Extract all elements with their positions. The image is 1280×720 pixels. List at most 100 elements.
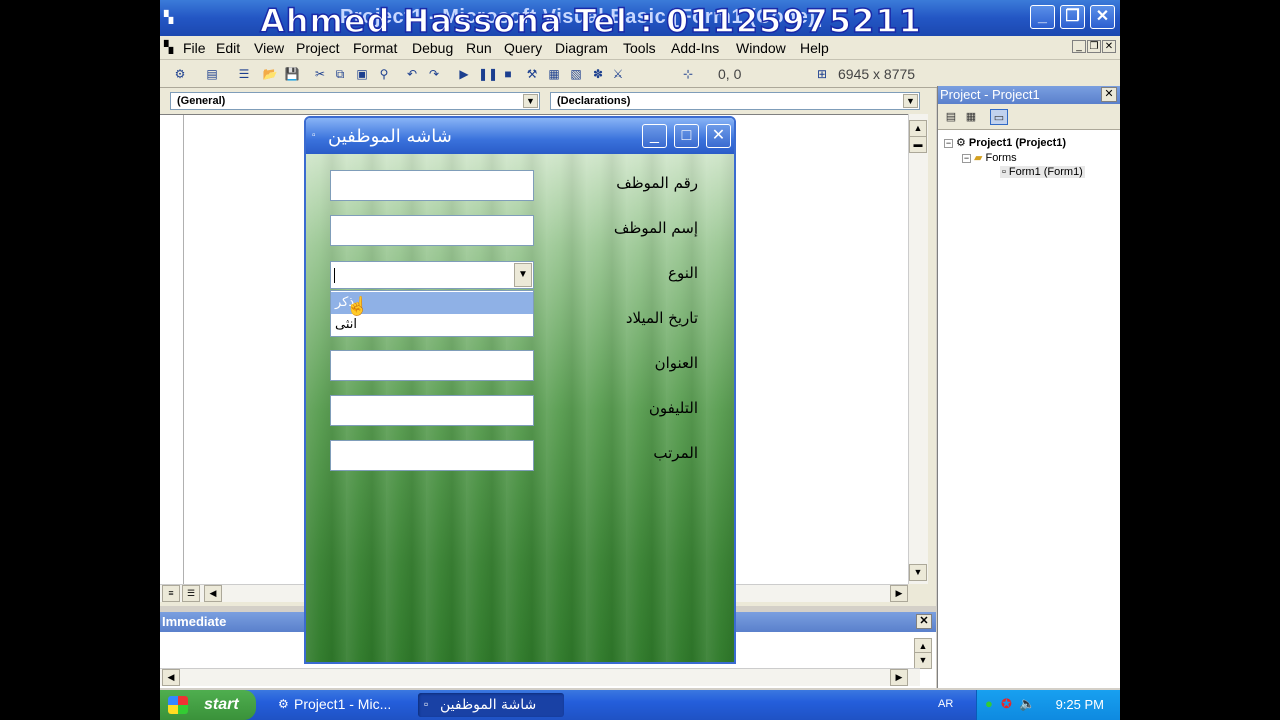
tree-node-forms[interactable]: − ▰ Forms <box>962 151 1017 164</box>
antivirus-icon[interactable]: ✪ <box>1001 696 1012 712</box>
menu-run[interactable]: Run <box>466 40 492 56</box>
scroll-down-icon[interactable]: ▼ <box>914 652 932 669</box>
view-code-icon[interactable]: ▤ <box>942 109 960 125</box>
scroll-down-icon[interactable]: ▼ <box>909 564 927 581</box>
menu-window[interactable]: Window <box>736 40 786 56</box>
view-object-icon[interactable]: ▦ <box>962 109 980 125</box>
chevron-down-icon[interactable]: ▼ <box>523 94 538 108</box>
minimize-button[interactable]: _ <box>1030 5 1055 29</box>
menu-edit[interactable]: Edit <box>216 40 240 56</box>
procedure-combo[interactable]: (Declarations) ▼ <box>550 92 920 110</box>
toolbox-icon[interactable]: ⚔ <box>610 66 626 82</box>
scroll-right-icon[interactable]: ▶ <box>890 669 908 686</box>
procedure-view-icon[interactable]: ≡ <box>162 585 180 602</box>
taskbar-item-form-label: شاشة الموظفين <box>440 697 537 713</box>
gender-option-female[interactable]: انثى <box>331 314 533 336</box>
code-vertical-scrollbar[interactable]: ▲ ▬ ▼ <box>908 114 928 584</box>
immediate-close-button[interactable]: ✕ <box>916 614 932 629</box>
size-icon: ⊞ <box>816 67 828 81</box>
vb-app-icon: ⚙ <box>278 697 289 711</box>
project-explorer-icon[interactable]: ⚒ <box>524 66 540 82</box>
salary-label: المرتب <box>653 444 698 462</box>
form-body: رقم الموظف إسم الموظف ▼ النوع ذكر انثى ☝… <box>306 154 734 662</box>
menu-add-ins[interactable]: Add-Ins <box>671 40 719 56</box>
menu-help[interactable]: Help <box>800 40 829 56</box>
watermark-text: Ahmed Hassona Tel : 01125975211 <box>259 1 922 41</box>
end-icon[interactable]: ■ <box>500 66 516 82</box>
paste-icon[interactable]: ▣ <box>354 66 370 82</box>
form-layout-icon[interactable]: ▧ <box>568 66 584 82</box>
mdi-close-button[interactable]: ✕ <box>1102 40 1116 53</box>
project-icon: ⚙ <box>956 137 966 149</box>
redo-icon[interactable]: ↷ <box>426 66 442 82</box>
taskbar-item-vb-label: Project1 - Mic... <box>294 696 392 712</box>
scroll-up-icon[interactable]: ▲ <box>909 120 927 137</box>
windows-logo-icon <box>168 696 188 714</box>
menu-project[interactable]: Project <box>296 40 340 56</box>
app-icon: ▚ <box>164 10 174 24</box>
gender-combo[interactable]: ▼ <box>330 261 534 289</box>
scroll-right-icon[interactable]: ▶ <box>890 585 908 602</box>
start-icon[interactable]: ▶ <box>456 66 472 82</box>
network-icon[interactable]: ● <box>985 696 993 711</box>
object-browser-icon[interactable]: ✽ <box>590 66 606 82</box>
scroll-left-icon[interactable]: ◀ <box>204 585 222 602</box>
gender-label: النوع <box>668 264 698 282</box>
salary-field[interactable] <box>330 440 534 471</box>
taskbar-item-form[interactable]: ▫ شاشة الموظفين <box>418 693 564 717</box>
find-icon[interactable]: ⚲ <box>376 66 392 82</box>
add-project-icon[interactable]: ⚙ <box>172 66 188 82</box>
form-minimize-button[interactable]: _ <box>642 124 667 148</box>
save-project-icon[interactable]: 💾 <box>284 66 300 82</box>
close-button[interactable]: ✕ <box>1090 5 1115 29</box>
properties-icon[interactable]: ▦ <box>546 66 562 82</box>
scroll-left-icon[interactable]: ◀ <box>162 669 180 686</box>
address-field[interactable] <box>330 350 534 381</box>
taskbar-item-vb[interactable]: ⚙ Project1 - Mic... <box>272 693 408 717</box>
menu-format[interactable]: Format <box>353 40 397 56</box>
immediate-horizontal-scrollbar[interactable]: ◀ ▶ <box>160 668 920 686</box>
speaker-icon[interactable]: 🔈 <box>1019 696 1035 712</box>
copy-icon[interactable]: ⧉ <box>332 66 348 82</box>
system-tray: ● ✪ 🔈 9:25 PM <box>976 690 1120 720</box>
maximize-button[interactable]: ❐ <box>1060 5 1085 29</box>
menu-editor-icon[interactable]: ☰ <box>236 66 252 82</box>
code-window-icon: ▚ <box>164 40 174 54</box>
chevron-down-icon[interactable]: ▼ <box>514 263 532 287</box>
employee-id-field[interactable] <box>330 170 534 201</box>
start-button[interactable]: start <box>160 690 256 720</box>
menu-query[interactable]: Query <box>504 40 542 56</box>
form-maximize-button[interactable]: □ <box>674 124 699 148</box>
undo-icon[interactable]: ↶ <box>404 66 420 82</box>
menu-tools[interactable]: Tools <box>623 40 656 56</box>
form-close-button[interactable]: ✕ <box>706 124 731 148</box>
object-combo[interactable]: (General) ▼ <box>170 92 540 110</box>
title-bar: ▚ Project1 - Microsoft Visual Basic [For… <box>160 0 1120 41</box>
code-gutter <box>160 115 184 584</box>
clock: 9:25 PM <box>1055 697 1104 712</box>
project-explorer-close-button[interactable]: ✕ <box>1101 87 1117 102</box>
menu-debug[interactable]: Debug <box>412 40 453 56</box>
add-form-icon[interactable]: ▤ <box>204 66 220 82</box>
toggle-folders-icon[interactable]: ▭ <box>990 109 1008 125</box>
tree-node-project[interactable]: − ⚙ Project1 (Project1) <box>944 136 1066 149</box>
open-project-icon[interactable]: 📂 <box>262 66 278 82</box>
employee-name-label: إسم الموظف <box>613 219 698 237</box>
menu-diagram[interactable]: Diagram <box>555 40 608 56</box>
menu-view[interactable]: View <box>254 40 284 56</box>
cut-icon[interactable]: ✂ <box>312 66 328 82</box>
menu-file[interactable]: File <box>183 40 206 56</box>
tree-node-project-label: Project1 (Project1) <box>968 137 1067 149</box>
collapse-icon[interactable]: − <box>944 138 953 148</box>
chevron-down-icon[interactable]: ▼ <box>903 94 918 108</box>
collapse-icon[interactable]: − <box>962 153 971 163</box>
phone-field[interactable] <box>330 395 534 426</box>
mdi-restore-button[interactable]: ❐ <box>1087 40 1101 53</box>
mdi-minimize-button[interactable]: _ <box>1072 40 1086 53</box>
full-module-view-icon[interactable]: ☰ <box>182 585 200 602</box>
language-indicator[interactable]: AR <box>938 698 953 710</box>
tree-node-form1[interactable]: ▫ Form1 (Form1) <box>1000 166 1085 178</box>
break-icon[interactable]: ❚❚ <box>478 66 498 82</box>
employee-name-field[interactable] <box>330 215 534 246</box>
split-bar-icon[interactable]: ▬ <box>909 136 927 153</box>
